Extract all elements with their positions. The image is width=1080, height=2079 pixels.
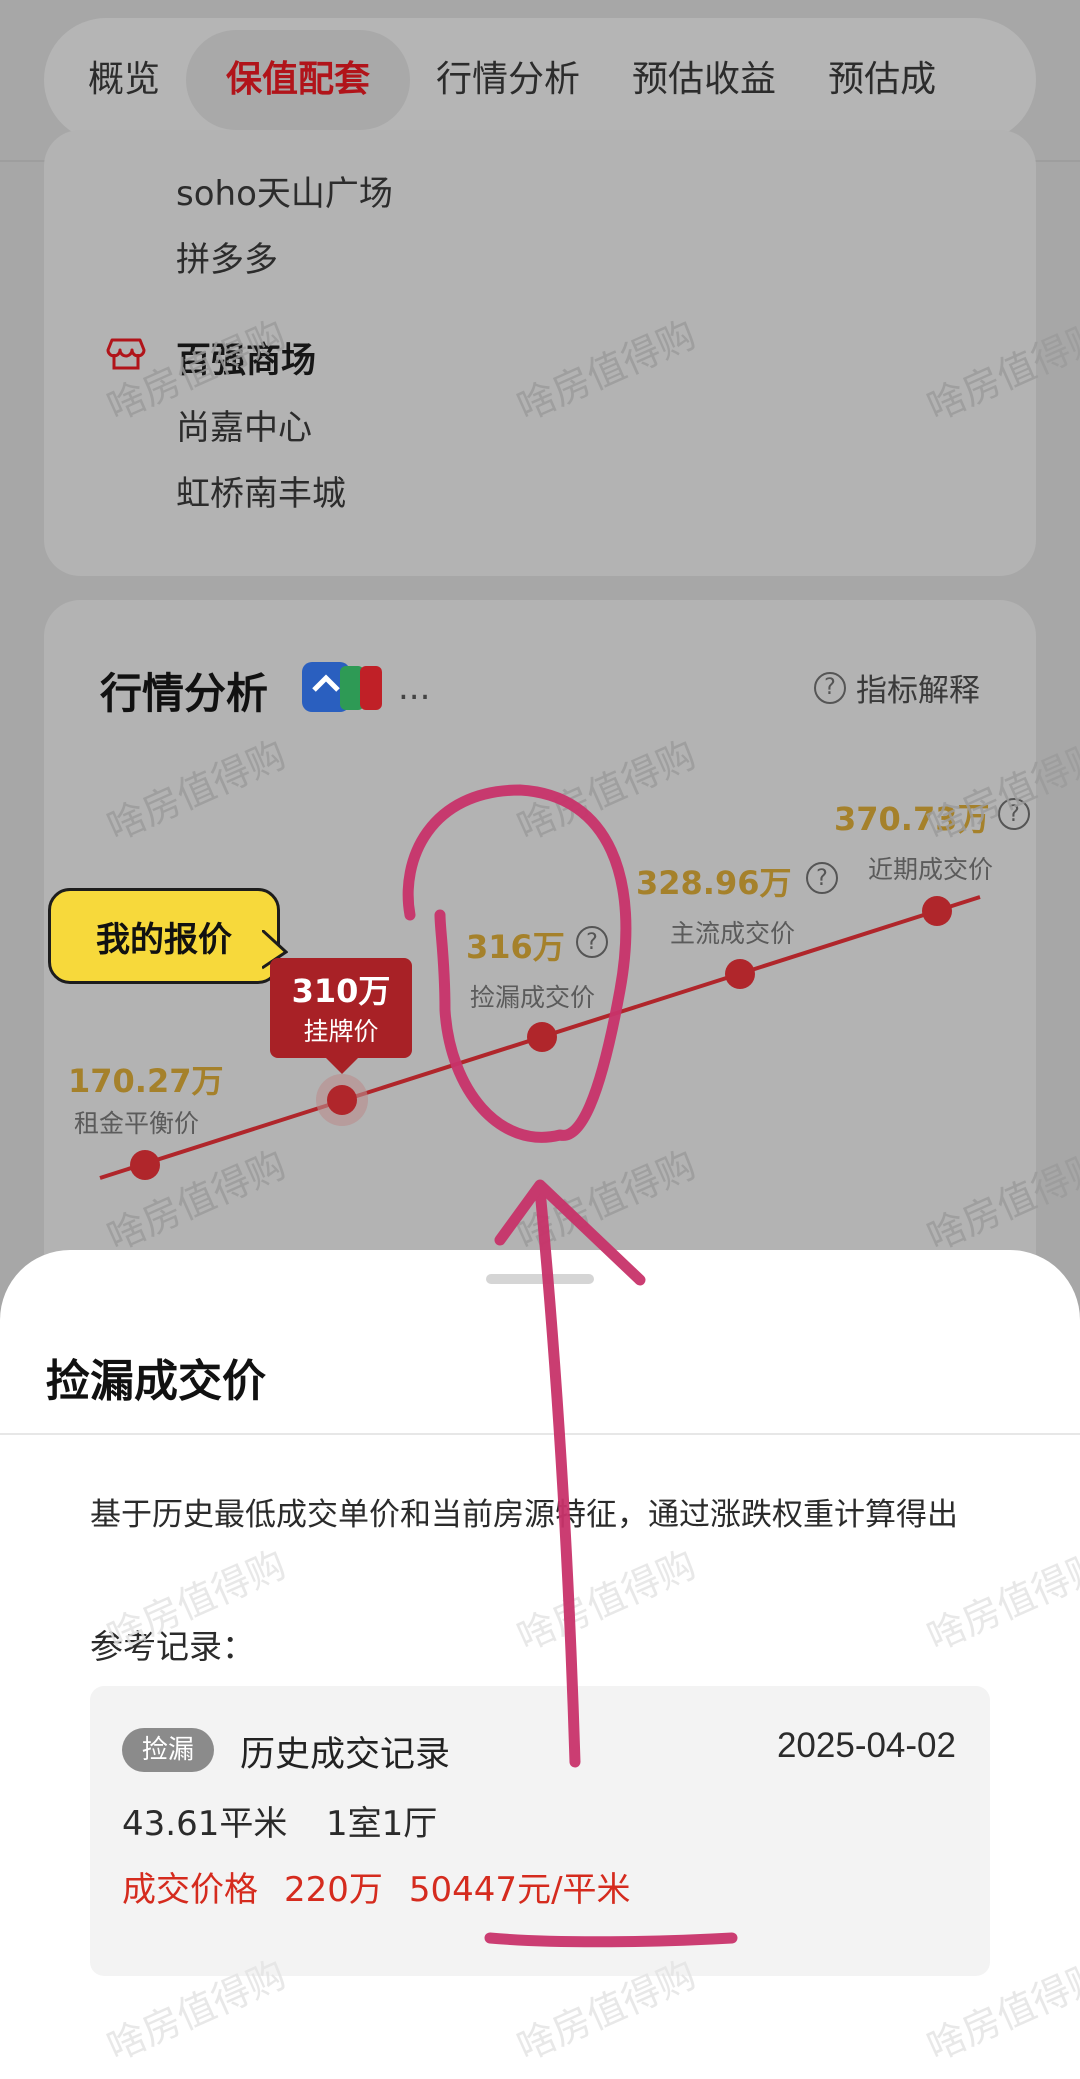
- recent-deal-label: 近期成交价: [868, 855, 994, 884]
- mainstream-deal-label: 主流成交价: [670, 919, 796, 948]
- watermark: 啥房值得购: [510, 1541, 703, 1660]
- record-price-label: 成交价格: [122, 1870, 258, 1910]
- record-title: 历史成交记录: [240, 1735, 451, 1775]
- sheet-divider: [0, 1433, 1080, 1435]
- record-area: 43.61平米: [122, 1804, 288, 1844]
- record-price-row: 成交价格 220万 50447元/平米: [122, 1862, 657, 1911]
- bargain-deal-value: 316万: [466, 928, 565, 966]
- record-total-price: 220万: [284, 1870, 383, 1910]
- bargain-badge: 捡漏: [122, 1728, 214, 1772]
- listing-price-value: 310万: [291, 972, 391, 1010]
- mainstream-deal-value: 328.96万: [636, 864, 792, 902]
- mainstream-deal-point[interactable]: [725, 959, 755, 989]
- question-circle-icon[interactable]: ?: [806, 862, 838, 894]
- rent-balance-value: 170.27万: [68, 1062, 224, 1100]
- bargain-deal-point[interactable]: [527, 1022, 557, 1052]
- reference-record-card: 捡漏 历史成交记录 2025-04-02 43.61平米 1室1厅 成交价格 22…: [90, 1686, 990, 1976]
- sheet-drag-handle[interactable]: [486, 1274, 594, 1284]
- record-layout: 1室1厅: [326, 1804, 438, 1844]
- bottom-sheet: 捡漏成交价 基于历史最低成交单价和当前房源特征，通过涨跌权重计算得出 参考记录：…: [0, 1250, 1080, 2079]
- listing-price-label: 挂牌价: [303, 1017, 379, 1046]
- rent-balance-label: 租金平衡价: [74, 1109, 200, 1138]
- record-date: 2025-04-02: [776, 1726, 956, 1765]
- sheet-title: 捡漏成交价: [46, 1356, 266, 1407]
- bargain-deal-label: 捡漏成交价: [470, 983, 596, 1012]
- my-quote-bubble[interactable]: 我的报价: [48, 888, 280, 984]
- rent-balance-point[interactable]: [130, 1150, 160, 1180]
- listing-price-point[interactable]: [327, 1085, 357, 1115]
- listing-price-box[interactable]: 310万 挂牌价: [270, 958, 412, 1058]
- record-unit-price: 50447元/平米: [408, 1870, 631, 1910]
- recent-deal-point[interactable]: [922, 896, 952, 926]
- watermark: 啥房值得购: [920, 1541, 1080, 1660]
- sheet-description: 基于历史最低成交单价和当前房源特征，通过涨跌权重计算得出: [90, 1497, 958, 1533]
- listing-box-pointer: [326, 1058, 358, 1074]
- question-circle-icon[interactable]: ?: [576, 926, 608, 958]
